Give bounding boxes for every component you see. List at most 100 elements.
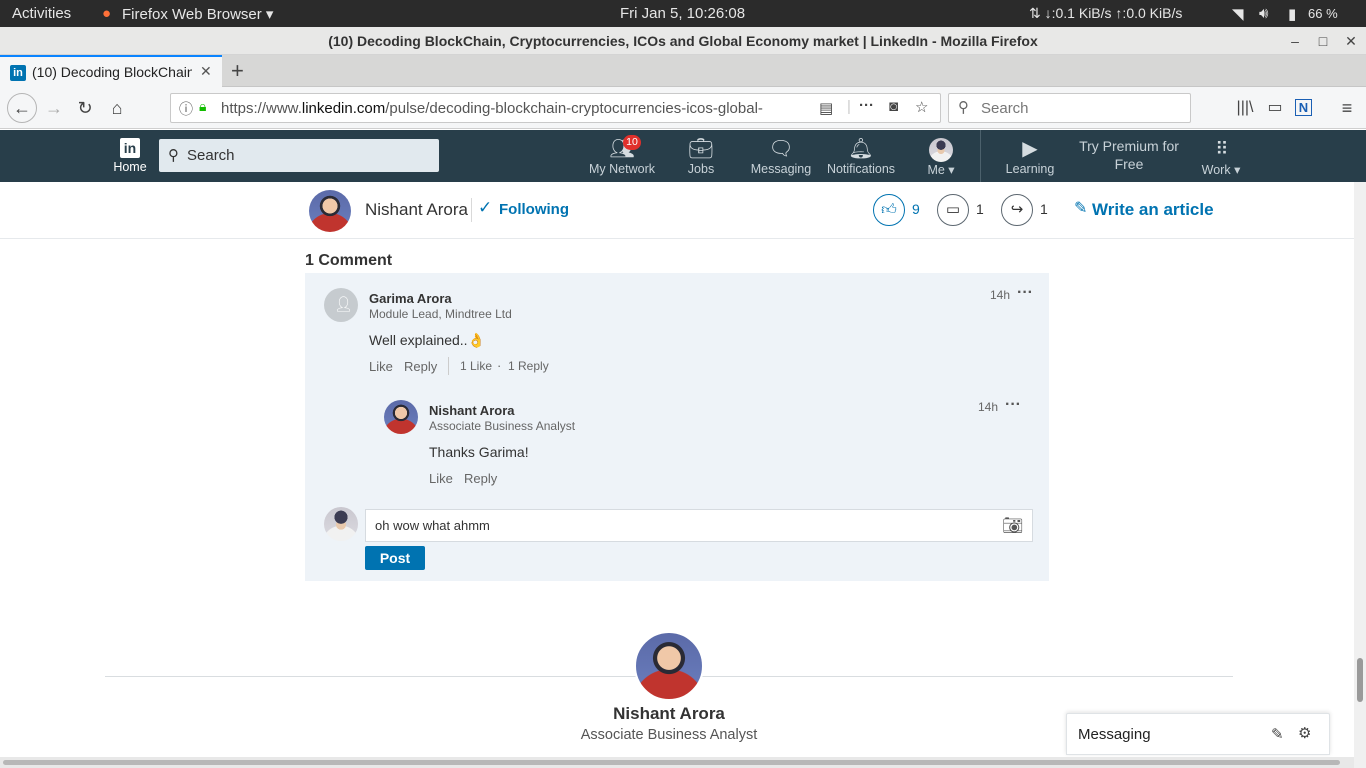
wifi-icon[interactable]: ◥ [1232,5,1244,23]
search-bar[interactable]: ⚲ Search [948,93,1191,123]
search-icon: ⚲ [958,99,969,116]
bookmark-star-icon[interactable]: ☆ [915,98,928,116]
write-article-link[interactable]: Write an article [1092,200,1214,220]
close-tab-icon[interactable]: ✕ [200,63,212,80]
extension-n-icon[interactable]: N [1295,99,1312,116]
edit-icon: ✎ [1074,200,1088,217]
battery-level: 66 % [1308,6,1338,21]
notification-badge: 10 [623,135,641,150]
more-options-icon[interactable]: ··· [1005,396,1021,414]
replier-avatar[interactable] [384,400,418,434]
author-avatar[interactable] [309,190,351,232]
nav-divider [980,130,981,182]
close-window-icon[interactable]: ✕ [1339,27,1363,55]
comment-reply-button[interactable]: Reply [404,359,437,374]
hscroll-thumb[interactable] [3,760,1340,765]
linkedin-favicon-icon: in [10,65,26,81]
like-icon[interactable]: 👍︎ [873,194,905,226]
clock[interactable]: Fri Jan 5, 10:26:08 [620,5,745,22]
nav-notifications[interactable]: 🔔︎ Notifications [825,130,897,182]
firefox-app-icon: ● [102,5,112,22]
comment-icon[interactable]: ▭ [937,194,969,226]
grid-icon: ⠿ [1215,139,1228,159]
browser-toolbar: ← → ↻ ⌂ ⓘ 🔒︎ https://www.linkedin.com/pu… [0,87,1366,129]
gear-icon[interactable]: ⚙ [1298,724,1311,742]
checkmark-icon: ✓ [478,198,493,217]
nav-my-network[interactable]: 👥︎ 10 My Network [588,130,656,182]
nav-me[interactable]: Me ▾ [923,130,959,182]
tab-linkedin-article[interactable]: in (10) Decoding BlockChain ✕ [0,55,222,87]
forward-icon[interactable]: → [41,95,67,121]
nav-work[interactable]: ⠿ Work ▾ [1198,130,1244,182]
comments-heading: 1 Comment [305,252,393,269]
minimize-icon[interactable]: – [1283,27,1307,55]
battery-icon[interactable]: ▮ [1288,5,1296,23]
network-speed-indicator[interactable]: ⇅ ↓:0.1 KiB/s ↑:0.0 KiB/s [1029,5,1182,22]
back-icon[interactable]: ← [7,93,37,123]
person-silhouette-icon: 👤︎ [334,296,354,313]
comment-reply-count[interactable]: 1 Reply [508,359,549,373]
nav-learning[interactable]: ▶︎ Learning [1000,130,1060,182]
reply-time: 14h [978,400,999,414]
reload-icon[interactable]: ↻ [72,95,98,121]
site-info-icon[interactable]: ⓘ [179,99,193,119]
nav-jobs[interactable]: 💼︎ Jobs [681,130,721,182]
reader-view-icon[interactable]: ▤ [819,99,833,117]
comment-like-count[interactable]: 1 Like [460,359,492,373]
commenter-avatar[interactable]: 👤︎ [324,288,358,322]
page-actions-icon[interactable]: ··· [859,97,874,114]
post-button[interactable]: Post [365,546,425,570]
home-icon[interactable]: ⌂ [104,95,130,121]
share-count[interactable]: 1 [1040,201,1048,217]
linkedin-global-nav: in Home ⚲ Search 👥︎ 10 My Network 💼︎ Job… [0,130,1366,182]
horizontal-scrollbar[interactable] [0,757,1354,768]
pocket-icon[interactable]: ◙ [889,98,898,115]
app-menu[interactable]: Firefox Web Browser ▾ [122,5,273,23]
volume-icon[interactable]: 🔊︎ [1259,5,1268,22]
briefcase-icon: 💼︎ [688,138,714,160]
comment-input[interactable]: oh wow what ahmm 📷︎ [365,509,1033,542]
comment-item: 👤︎ Garima Arora Module Lead, Mindtree Lt… [305,273,1049,383]
reply-item: Nishant Arora Associate Business Analyst… [305,385,1049,495]
author-card-name[interactable]: Nishant Arora [569,704,769,724]
url-text: https://www.linkedin.com/pulse/decoding-… [221,100,763,117]
author-card-avatar[interactable] [634,631,704,701]
nav-messaging[interactable]: 🗨︎ Messaging [750,130,812,182]
try-premium-link[interactable]: Try Premium for Free [1074,130,1184,182]
messaging-widget[interactable]: Messaging ✎ ⚙ [1066,713,1330,755]
following-button[interactable]: Following [499,201,569,218]
compose-message-icon[interactable]: ✎ [1271,725,1284,743]
people-icon: 👥︎ [609,138,635,160]
commenter-headline: Module Lead, Mindtree Ltd [369,307,512,321]
nav-home[interactable]: in Home [105,130,155,182]
linkedin-logo-icon: in [120,138,140,158]
comment-count[interactable]: 1 [976,201,984,217]
messaging-widget-label: Messaging [1078,726,1151,743]
menu-hamburger-icon[interactable]: ≡ [1334,95,1360,121]
activities-button[interactable]: Activities [12,5,71,22]
vertical-scrollbar[interactable] [1354,182,1366,768]
reply-like-button[interactable]: Like [429,471,453,486]
camera-icon[interactable]: 📷︎ [1002,510,1024,541]
more-options-icon[interactable]: ··· [1017,284,1033,302]
library-icon[interactable]: |||\ [1232,95,1258,121]
new-tab-icon[interactable]: + [231,58,244,84]
window-title-bar: (10) Decoding BlockChain, Cryptocurrenci… [0,27,1366,55]
url-divider: | [847,98,851,115]
linkedin-search-input[interactable]: ⚲ Search [159,139,439,172]
replier-headline: Associate Business Analyst [429,419,576,433]
maximize-icon[interactable]: □ [1311,27,1335,55]
comment-like-button[interactable]: Like [369,359,393,374]
url-bar[interactable]: ⓘ 🔒︎ https://www.linkedin.com/pulse/deco… [170,93,941,123]
sidebar-icon[interactable]: ▭ [1262,95,1288,121]
reply-reply-button[interactable]: Reply [464,471,497,486]
bell-icon: 🔔︎ [848,138,874,160]
system-top-bar: Activities ● Firefox Web Browser ▾ Fri J… [0,0,1366,27]
share-icon[interactable]: ↪ [1001,194,1033,226]
commenter-name[interactable]: Garima Arora [369,291,452,306]
reply-text: Thanks Garima! [429,444,529,460]
like-count[interactable]: 9 [912,201,920,217]
author-name[interactable]: Nishant Arora [365,200,468,220]
scrollbar-thumb[interactable] [1357,658,1363,702]
replier-name[interactable]: Nishant Arora [429,403,514,418]
